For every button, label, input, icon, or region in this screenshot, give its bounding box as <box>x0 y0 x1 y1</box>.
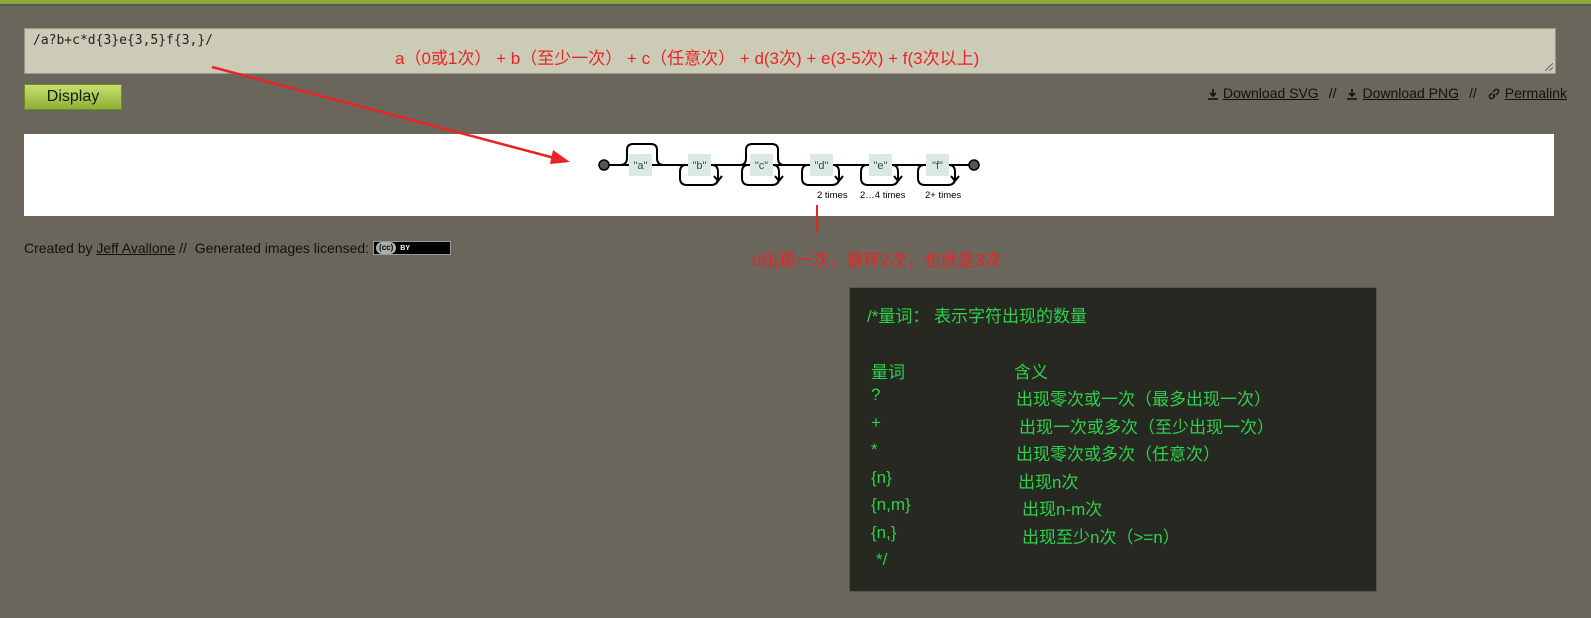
note-row-sym: + <box>871 413 881 432</box>
note-row-mean: 出现零次或多次（任意次） <box>1016 445 1220 464</box>
note-end: */ <box>876 550 888 569</box>
note-row-sym: * <box>871 440 878 459</box>
note-title: /*量词： 表示字符出现的数量 <box>867 307 1088 326</box>
note-header-sym: 量词 <box>871 363 905 382</box>
note-header-mean: 含义 <box>1014 363 1048 382</box>
note-row-sym: {n,m} <box>871 495 911 514</box>
note-row-mean: 出现n-m次 <box>1022 500 1103 519</box>
note-row-mean: 出现至少n次（>=n） <box>1022 528 1180 547</box>
note-row-mean: 出现零次或一次（最多出现一次） <box>1016 390 1271 409</box>
note-row-sym: {n,} <box>871 523 897 542</box>
note-row-sym: {n} <box>871 468 892 487</box>
annotation-d-note: d出现一次，循环2次，也就是3次 <box>752 251 1002 270</box>
annotation-arrow-line <box>211 65 563 162</box>
annotation-top: a（0或1次） + b（至少一次） + c（任意次） + d(3次) + e(3… <box>395 49 980 68</box>
annotation-arrow-head <box>550 150 570 164</box>
note-row-mean: 出现一次或多次（至少出现一次） <box>1019 418 1274 437</box>
quantifier-note-panel: /*量词： 表示字符出现的数量 量词 含义 ? 出现零次或一次（最多出现一次） … <box>849 287 1377 592</box>
note-row-sym: ? <box>871 385 881 404</box>
note-row-mean: 出现n次 <box>1018 473 1079 492</box>
